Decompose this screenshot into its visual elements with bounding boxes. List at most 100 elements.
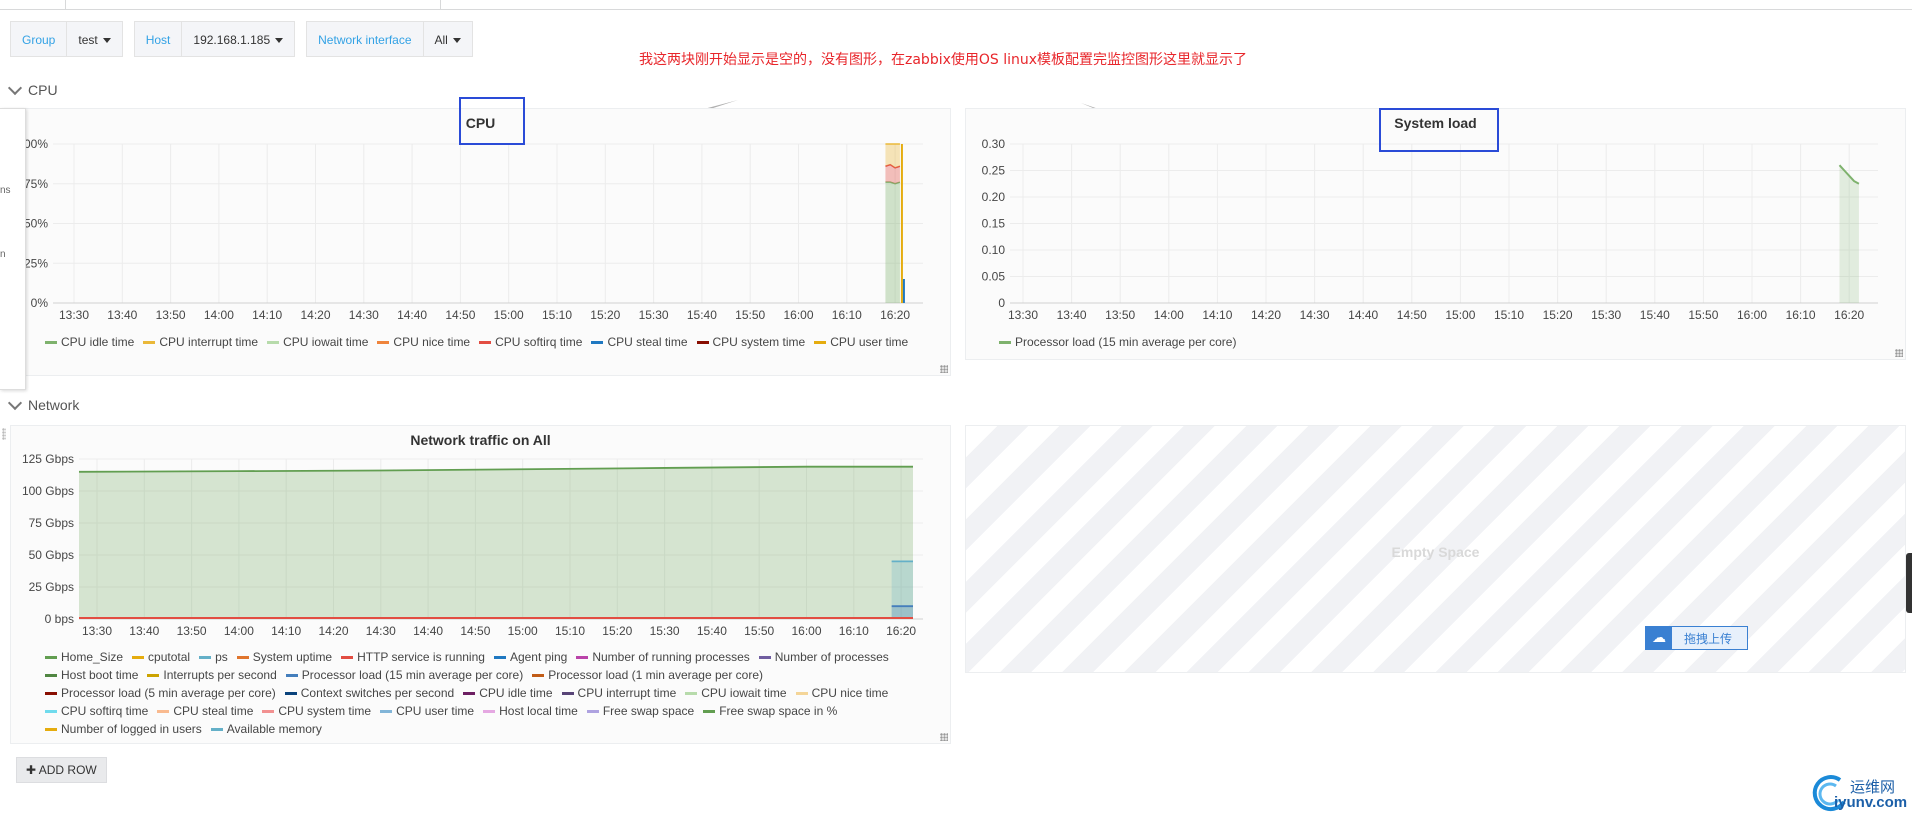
y-tick-label: 0.05 [982,270,1006,284]
legend-swatch [143,341,156,345]
legend-item[interactable]: Processor load (15 min average per core) [285,666,523,684]
row-toggle-network[interactable]: Network [7,395,80,413]
legend-item[interactable]: CPU nice time [795,684,889,702]
x-tick-label: 15:10 [1494,308,1524,319]
series-area [1839,165,1859,303]
legend-item[interactable]: CPU idle time [463,684,553,702]
legend-label: CPU idle time [61,335,135,349]
legend-swatch [45,656,57,660]
x-tick-label: 15:00 [1445,308,1475,319]
legend-label: CPU nice time [811,686,889,700]
legend-item[interactable]: ps [199,648,228,666]
y-tick-label: 0.10 [982,243,1006,257]
drag-handle-icon[interactable] [2,428,6,440]
add-row-button[interactable]: ✚ ADD ROW [16,757,107,783]
legend-item[interactable]: Processor load (5 min average per core) [45,684,276,702]
resize-handle-icon[interactable] [940,365,948,373]
legend-swatch [685,692,698,696]
legend-item[interactable]: CPU softirq time [45,702,148,720]
x-tick-label: 14:10 [1202,308,1232,319]
legend-item[interactable]: Free swap space in % [703,702,837,720]
legend-label: CPU system time [278,704,372,718]
legend-swatch [576,656,589,660]
legend-label: Host boot time [61,668,139,682]
side-drawer[interactable]: ns n [0,108,26,390]
x-tick-label: 15:10 [542,308,572,319]
x-tick-label: 14:00 [204,308,234,319]
x-tick-label: 15:10 [555,624,585,638]
highlight-box [1379,108,1499,152]
legend-swatch [483,710,496,714]
legend-item[interactable]: Processor load (15 min average per core) [999,333,1236,351]
y-tick-label: 0.20 [982,190,1006,204]
x-tick-label: 13:40 [129,624,159,638]
legend-swatch [591,341,604,345]
y-tick-label: 100 Gbps [22,484,74,498]
legend-label: CPU steal time [173,704,254,718]
network-traffic-chart: 0 bps 25 Gbps 50 Gbps 75 Gbps 100 Gbps 125 Gb… [22,452,923,638]
legend-item[interactable]: CPU interrupt time [561,684,677,702]
resize-handle-icon[interactable] [940,733,948,741]
resize-handle-icon[interactable] [1895,349,1903,357]
x-tick-label: 15:20 [602,624,632,638]
legend-item[interactable]: Agent ping [493,648,568,666]
legend-item[interactable]: Number of logged in users [45,720,202,738]
legend-swatch [380,710,393,714]
legend-item[interactable]: CPU user time [380,702,474,720]
y-tick-label: 0 bps [45,612,74,626]
y-tick-label: 50% [24,217,48,231]
legend-item[interactable]: Interrupts per second [147,666,277,684]
scrollbar-thumb[interactable] [1906,553,1912,613]
x-tick-label: 14:00 [224,624,254,638]
x-tick-label: 15:20 [1543,308,1573,319]
network-traffic-legend: Home_Size cputotal ps System uptime HTTP ser… [45,648,945,738]
highlight-box [459,97,525,145]
legend-item[interactable]: CPU interrupt time [143,333,258,351]
legend-label: Free swap space in % [719,704,838,718]
legend-item[interactable]: System uptime [236,648,333,666]
legend-item[interactable]: Free swap space [586,702,694,720]
x-tick-label: 13:50 [177,624,207,638]
legend-item[interactable]: CPU user time [814,333,908,351]
y-tick-label: 0 [998,296,1005,310]
x-tick-label: 14:10 [271,624,301,638]
x-tick-label: 14:50 [445,308,475,319]
legend-label: CPU user time [396,704,475,718]
legend-item[interactable]: CPU nice time [377,333,470,351]
legend-swatch [285,674,298,678]
legend-item[interactable]: CPU idle time [45,333,134,351]
x-tick-label: 14:10 [252,308,282,319]
legend-swatch [479,341,492,345]
legend-item[interactable]: Host local time [483,702,578,720]
legend-item[interactable]: CPU iowait time [685,684,787,702]
legend-item[interactable]: Home_Size [45,648,123,666]
row-title: Network [28,397,80,413]
legend-item[interactable]: CPU system time [696,333,806,351]
side-drawer-text: ns [0,185,11,196]
legend-label: CPU interrupt time [577,686,677,700]
drag-upload-button[interactable]: ☁ 拖拽上传 [1645,626,1748,650]
legend-item[interactable]: Processor load (1 min average per core) [532,666,763,684]
legend-item[interactable]: CPU steal time [157,702,253,720]
legend-item[interactable]: Available memory [210,720,322,738]
x-tick-label: 15:50 [1688,308,1718,319]
legend-item[interactable]: CPU system time [262,702,371,720]
legend-item[interactable]: Host boot time [45,666,138,684]
legend-item[interactable]: Number of processes [758,648,889,666]
legend-label: cputotal [148,650,191,664]
legend-item[interactable]: CPU steal time [591,333,688,351]
legend-item[interactable]: CPU iowait time [267,333,368,351]
legend-item[interactable]: Context switches per second [284,684,454,702]
legend-item[interactable]: HTTP service is running [341,648,485,666]
legend-label: ps [215,650,228,664]
legend-item[interactable]: cputotal [132,648,190,666]
legend-swatch [377,341,390,345]
row-toggle-cpu[interactable]: CPU [7,80,58,98]
legend-swatch [45,728,57,732]
legend-label: System uptime [252,650,333,664]
legend-label: Agent ping [509,650,568,664]
legend-label: CPU system time [712,335,806,349]
legend-item[interactable]: Number of running processes [576,648,750,666]
y-tick-label: 50 Gbps [29,548,74,562]
legend-item[interactable]: CPU softirq time [479,333,582,351]
